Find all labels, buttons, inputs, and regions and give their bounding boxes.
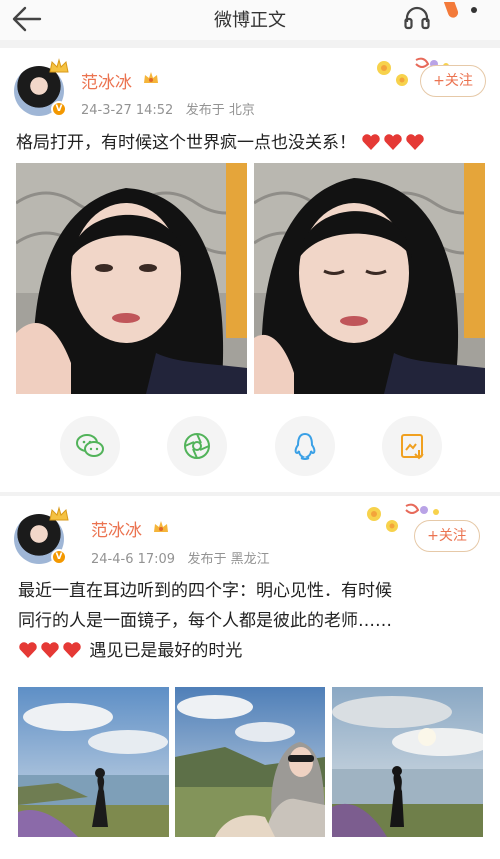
post-card: V 范冰冰 24-4-6 17:09 发布于 黑龙江 +关注 最近一直在耳边听到… (0, 496, 500, 859)
heart-icon (19, 642, 37, 658)
share-row (0, 416, 500, 476)
heart-icon (41, 642, 59, 658)
heart-icon (362, 134, 381, 150)
avatar[interactable]: V (14, 58, 70, 122)
post-meta: 24-4-6 17:09 发布于 黑龙江 (91, 548, 270, 567)
username[interactable]: 范冰冰 (81, 68, 132, 93)
crown-icon (49, 58, 69, 73)
wechat-share-button[interactable] (60, 416, 120, 476)
moments-icon (184, 433, 210, 459)
heart-icon (63, 642, 81, 658)
headphones-icon[interactable] (403, 4, 431, 32)
wechat-icon (76, 434, 104, 457)
post-time: 24-3-27 14:52 (81, 103, 174, 118)
verified-badge-icon: V (51, 101, 67, 117)
post-photo[interactable] (18, 687, 169, 837)
vip-crown-icon (144, 72, 158, 83)
verified-badge-icon: V (51, 549, 67, 565)
crown-icon (49, 506, 69, 521)
heart-icon (406, 134, 425, 150)
qq-icon (294, 432, 316, 461)
post-time: 24-4-6 17:09 (91, 552, 176, 567)
post-card: V 范冰冰 24-3-27 14:52 发布于 北京 +关注 格局打开，有时候这… (0, 48, 500, 492)
top-bar: 微博正文 (0, 0, 500, 40)
post-meta: 24-3-27 14:52 发布于 北京 (81, 99, 255, 118)
post-photo[interactable] (175, 687, 325, 837)
post-text: 最近一直在耳边听到的四个字：明心见性．有时候 同行的人是一面镜子，每个人都是彼此… (18, 581, 392, 661)
post-location: 发布于 北京 (185, 103, 255, 118)
post-location: 发布于 黑龙江 (187, 552, 270, 567)
vip-crown-icon (154, 521, 168, 532)
avatar[interactable]: V (14, 506, 70, 570)
username[interactable]: 范冰冰 (91, 516, 142, 541)
save-image-button[interactable] (382, 416, 442, 476)
follow-button[interactable]: +关注 (414, 520, 480, 552)
heart-icon (384, 134, 403, 150)
post-text: 格局打开，有时候这个世界疯一点也没关系！ (16, 128, 427, 158)
moments-share-button[interactable] (167, 416, 227, 476)
qq-share-button[interactable] (275, 416, 335, 476)
more-icon[interactable] (444, 2, 484, 24)
post-photo[interactable] (254, 163, 485, 394)
post-photo[interactable] (16, 163, 247, 394)
post-photo[interactable] (332, 687, 483, 837)
save-image-icon (401, 434, 424, 460)
follow-button[interactable]: +关注 (420, 65, 486, 97)
